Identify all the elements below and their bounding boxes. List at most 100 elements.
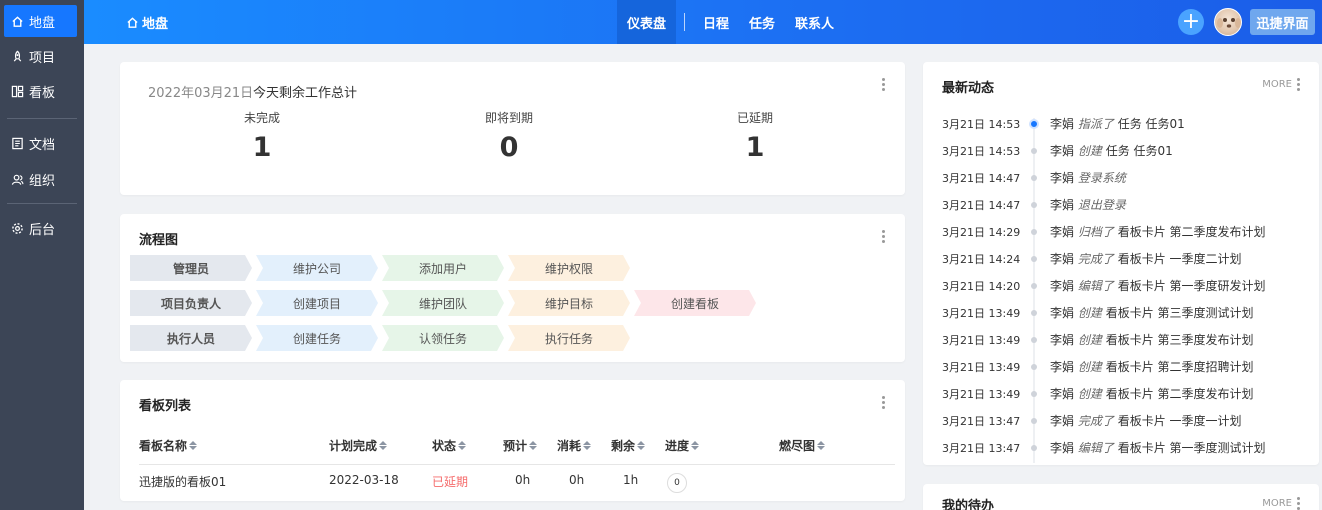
activity-action: 创建 <box>1077 333 1102 347</box>
more-vertical-icon[interactable] <box>881 396 885 409</box>
column-header-consumed[interactable]: 消耗 <box>557 437 592 454</box>
home-icon <box>10 14 24 28</box>
activity-item[interactable]: 3月21日 14:24 李娟 完成了 看板卡片 一季度二计划 <box>923 245 1319 272</box>
stat-delayed[interactable]: 已延期 1 <box>695 109 815 163</box>
summary-card: 2022年03月21日 今天剩余工作总计 未完成 1 即将到期 0 已延期 1 <box>120 62 905 195</box>
sidebar-item-home[interactable]: 地盘 <box>4 5 77 37</box>
flow-step[interactable]: 维护公司 <box>256 255 378 281</box>
main-nav: 仪表盘 日程 任务 联系人 <box>617 0 844 44</box>
column-header-status[interactable]: 状态 <box>432 437 467 454</box>
stat-label: 即将到期 <box>484 111 533 125</box>
stat-due-soon[interactable]: 即将到期 0 <box>449 109 569 163</box>
sidebar-item-org[interactable]: 组织 <box>0 163 84 195</box>
flow-row: 执行人员 创建任务 认领任务 执行任务 <box>130 325 634 351</box>
activity-user: 李娟 <box>1050 171 1075 185</box>
add-button[interactable]: + <box>1178 9 1204 35</box>
flow-step[interactable]: 维护权限 <box>508 255 630 281</box>
column-header-progress[interactable]: 进度 <box>665 437 700 454</box>
activity-item[interactable]: 3月21日 13:49 李娟 创建 看板卡片 第三季度发布计划 <box>923 326 1319 353</box>
nav-tasks[interactable]: 任务 <box>739 0 785 44</box>
sidebar-divider <box>7 118 77 119</box>
flow-step[interactable]: 创建任务 <box>256 325 378 351</box>
more-link[interactable]: MORE <box>1262 79 1292 90</box>
activity-target[interactable]: 看板卡片 第二季度招聘计划 <box>1106 360 1254 374</box>
board-consumed: 0h <box>569 473 585 487</box>
activity-item[interactable]: 3月21日 14:20 李娟 编辑了 看板卡片 第一季度研发计划 <box>923 272 1319 299</box>
column-header-name[interactable]: 看板名称 <box>139 437 198 454</box>
activity-text: 李娟 创建 看板卡片 第三季度测试计划 <box>1050 304 1254 321</box>
nav-dashboard[interactable]: 仪表盘 <box>617 0 677 44</box>
activity-target[interactable]: 看板卡片 第三季度测试计划 <box>1106 306 1254 320</box>
timeline-dot <box>1031 336 1037 343</box>
sidebar-item-docs[interactable]: 文档 <box>0 127 84 159</box>
activity-item[interactable]: 3月21日 14:47 李娟 退出登录 <box>923 191 1319 218</box>
flow-step[interactable]: 认领任务 <box>382 325 504 351</box>
avatar[interactable] <box>1214 8 1242 36</box>
more-link[interactable]: MORE <box>1262 498 1292 509</box>
activity-item[interactable]: 3月21日 13:49 李娟 创建 看板卡片 第二季度发布计划 <box>923 380 1319 407</box>
activity-item[interactable]: 3月21日 14:53 李娟 指派了 任务 任务01 <box>923 110 1319 137</box>
table-row[interactable]: 迅捷版的看板01 2022-03-18 已延期 0h 0h 1h 0 <box>120 473 905 493</box>
timeline-dot <box>1031 282 1037 289</box>
top-bar: 地盘 仪表盘 日程 任务 联系人 + 迅捷界面 <box>84 0 1322 44</box>
activity-user: 李娟 <box>1050 198 1075 212</box>
activity-target[interactable]: 任务 任务01 <box>1106 144 1173 158</box>
plus-icon: + <box>1181 9 1201 34</box>
activity-target[interactable]: 看板卡片 第三季度发布计划 <box>1106 333 1254 347</box>
flow-step[interactable]: 添加用户 <box>382 255 504 281</box>
activity-target[interactable]: 看板卡片 第二季度发布计划 <box>1118 225 1266 239</box>
activity-item[interactable]: 3月21日 14:47 李娟 登录系统 <box>923 164 1319 191</box>
activity-text: 李娟 创建 看板卡片 第二季度招聘计划 <box>1050 358 1254 375</box>
more-vertical-icon[interactable] <box>1296 497 1300 510</box>
more-vertical-icon[interactable] <box>1296 78 1300 91</box>
activity-list: 3月21日 14:53 李娟 指派了 任务 任务01 3月21日 14:53 李娟 创… <box>923 110 1319 465</box>
quick-mode-button[interactable]: 迅捷界面 <box>1250 9 1315 35</box>
column-header-estimate[interactable]: 预计 <box>503 437 538 454</box>
sidebar-item-project[interactable]: 项目 <box>0 40 84 72</box>
stat-value: 1 <box>745 132 765 163</box>
card-title: 我的待办 <box>942 499 995 510</box>
activity-target[interactable]: 看板卡片 一季度一计划 <box>1118 414 1242 428</box>
timeline-dot <box>1031 390 1037 397</box>
activity-item[interactable]: 3月21日 14:29 李娟 归档了 看板卡片 第二季度发布计划 <box>923 218 1319 245</box>
activity-target[interactable]: 任务 任务01 <box>1118 117 1185 131</box>
activity-target[interactable]: 看板卡片 一季度二计划 <box>1118 252 1242 266</box>
board-name-link[interactable]: 迅捷版的看板01 <box>139 473 226 490</box>
timeline-dot <box>1031 309 1037 316</box>
activity-action: 完成了 <box>1077 414 1114 428</box>
flow-role: 管理员 <box>130 255 252 281</box>
more-vertical-icon[interactable] <box>881 78 885 91</box>
nav-schedule[interactable]: 日程 <box>693 0 739 44</box>
activity-item[interactable]: 3月21日 13:47 李娟 完成了 看板卡片 一季度一计划 <box>923 407 1319 434</box>
activity-item[interactable]: 3月21日 14:53 李娟 创建 任务 任务01 <box>923 137 1319 164</box>
stat-incomplete[interactable]: 未完成 1 <box>202 109 322 163</box>
activity-target[interactable]: 看板卡片 第二季度发布计划 <box>1106 387 1254 401</box>
activity-action: 指派了 <box>1077 117 1114 131</box>
activity-user: 李娟 <box>1050 306 1075 320</box>
activity-target[interactable]: 看板卡片 第一季度测试计划 <box>1118 441 1266 455</box>
activity-target[interactable]: 看板卡片 第一季度研发计划 <box>1118 279 1266 293</box>
column-header-left[interactable]: 剩余 <box>611 437 646 454</box>
sidebar-item-label: 文档 <box>29 137 56 153</box>
more-vertical-icon[interactable] <box>881 230 885 243</box>
activity-item[interactable]: 3月21日 13:49 李娟 创建 看板卡片 第二季度招聘计划 <box>923 353 1319 380</box>
sidebar-item-board[interactable]: 看板 <box>0 75 84 107</box>
column-header-burndown[interactable]: 燃尽图 <box>779 437 826 454</box>
nav-contacts[interactable]: 联系人 <box>785 0 844 44</box>
flow-step[interactable]: 维护目标 <box>508 290 630 316</box>
gear-icon <box>10 221 24 235</box>
stat-value: 0 <box>499 132 519 163</box>
flow-step[interactable]: 维护团队 <box>382 290 504 316</box>
activity-item[interactable]: 3月21日 13:49 李娟 创建 看板卡片 第三季度测试计划 <box>923 299 1319 326</box>
activity-time: 3月21日 13:49 <box>942 360 1021 374</box>
sidebar-item-admin[interactable]: 后台 <box>0 212 84 244</box>
column-header-plan[interactable]: 计划完成 <box>329 437 388 454</box>
activity-action: 退出登录 <box>1077 198 1126 212</box>
flow-step[interactable]: 创建项目 <box>256 290 378 316</box>
activity-text: 李娟 编辑了 看板卡片 第一季度测试计划 <box>1050 439 1266 456</box>
activity-item[interactable]: 3月21日 13:47 李娟 编辑了 看板卡片 第一季度测试计划 <box>923 434 1319 461</box>
document-icon <box>10 136 24 150</box>
topbar-home-link[interactable]: 地盘 <box>126 0 168 44</box>
flow-step[interactable]: 创建看板 <box>634 290 756 316</box>
flow-step[interactable]: 执行任务 <box>508 325 630 351</box>
